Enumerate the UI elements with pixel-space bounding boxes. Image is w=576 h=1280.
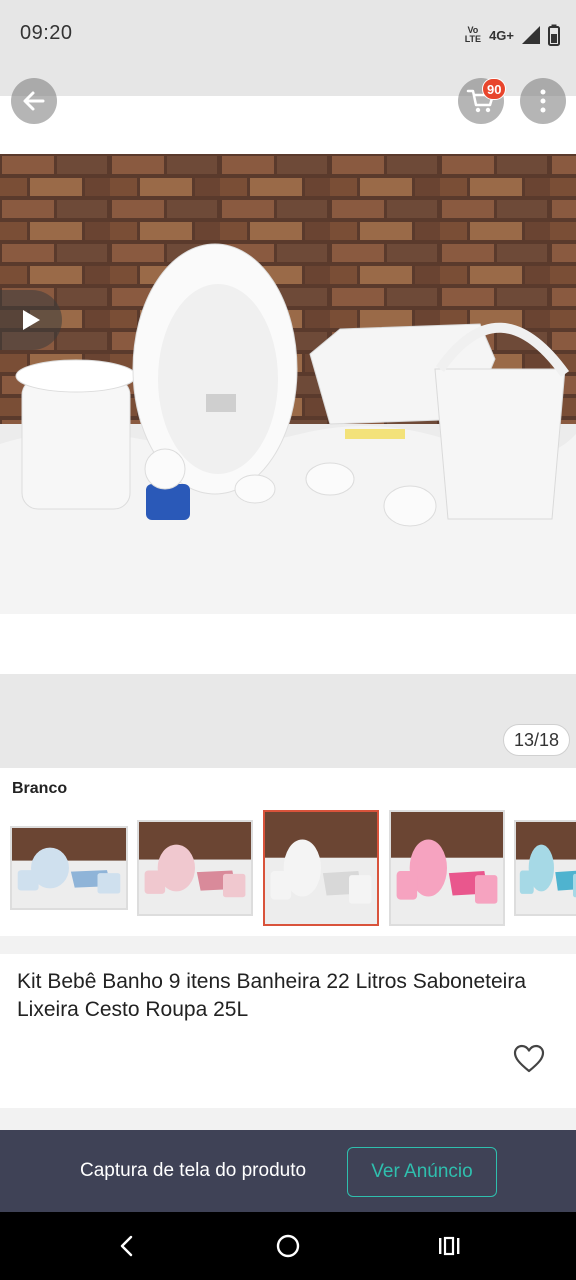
play-icon — [23, 310, 40, 330]
nav-home-icon — [276, 1234, 300, 1258]
back-arrow-icon — [23, 91, 45, 111]
variation-thumbnail-image — [265, 812, 377, 924]
variation-thumbnail-selected[interactable] — [263, 810, 379, 926]
cart-count-badge: 90 — [482, 78, 507, 100]
variation-label: Branco — [12, 780, 68, 797]
variation-thumbnails — [0, 808, 576, 934]
back-button[interactable] — [11, 78, 57, 124]
variation-thumbnail-image — [12, 828, 126, 908]
variation-thumbnail[interactable] — [389, 810, 505, 926]
more-options-button[interactable] — [520, 78, 566, 124]
heart-icon — [513, 1044, 545, 1073]
network-type: 4G+ — [489, 27, 514, 43]
volte-bottom: LTE — [464, 34, 482, 44]
status-time: 09:20 — [20, 22, 73, 44]
section-divider — [0, 1108, 576, 1130]
variation-thumbnail-image — [391, 812, 503, 924]
gallery-footer — [0, 674, 576, 768]
signal-icon — [522, 26, 540, 44]
nav-back-icon — [120, 1235, 133, 1257]
more-vertical-icon — [540, 89, 546, 113]
variation-thumbnail[interactable] — [10, 826, 128, 910]
nav-recents-icon — [439, 1236, 460, 1256]
banner-text: Captura de tela do produto — [80, 1160, 307, 1181]
view-ad-button[interactable]: Ver Anúncio — [347, 1147, 497, 1197]
variation-thumbnail[interactable] — [514, 820, 576, 916]
battery-icon — [548, 24, 560, 46]
product-photo — [0, 154, 576, 614]
image-spacer — [0, 614, 576, 674]
play-video-button[interactable] — [0, 290, 62, 350]
status-icons: Vo LTE 4G+ — [465, 22, 560, 48]
nav-recents-button[interactable] — [433, 1230, 465, 1262]
section-divider — [0, 936, 576, 954]
image-counter: 13/18 — [503, 724, 571, 756]
screenshot-banner: Captura de tela do produto Ver Anúncio — [0, 1130, 576, 1212]
variation-thumbnail[interactable] — [137, 820, 253, 916]
favorite-button[interactable] — [512, 1042, 546, 1076]
variation-thumbnail-image — [516, 822, 576, 914]
variation-thumbnail-image — [139, 822, 251, 914]
system-nav-bar — [0, 1212, 576, 1280]
nav-home-button[interactable] — [272, 1230, 304, 1262]
volte-indicator: Vo LTE — [465, 26, 481, 44]
product-title: Kit Bebê Banho 9 itens Banheira 22 Litro… — [17, 970, 527, 1021]
status-bar: 09:20 Vo LTE 4G+ — [0, 0, 576, 70]
product-image[interactable] — [0, 154, 576, 614]
nav-back-button[interactable] — [111, 1230, 143, 1262]
